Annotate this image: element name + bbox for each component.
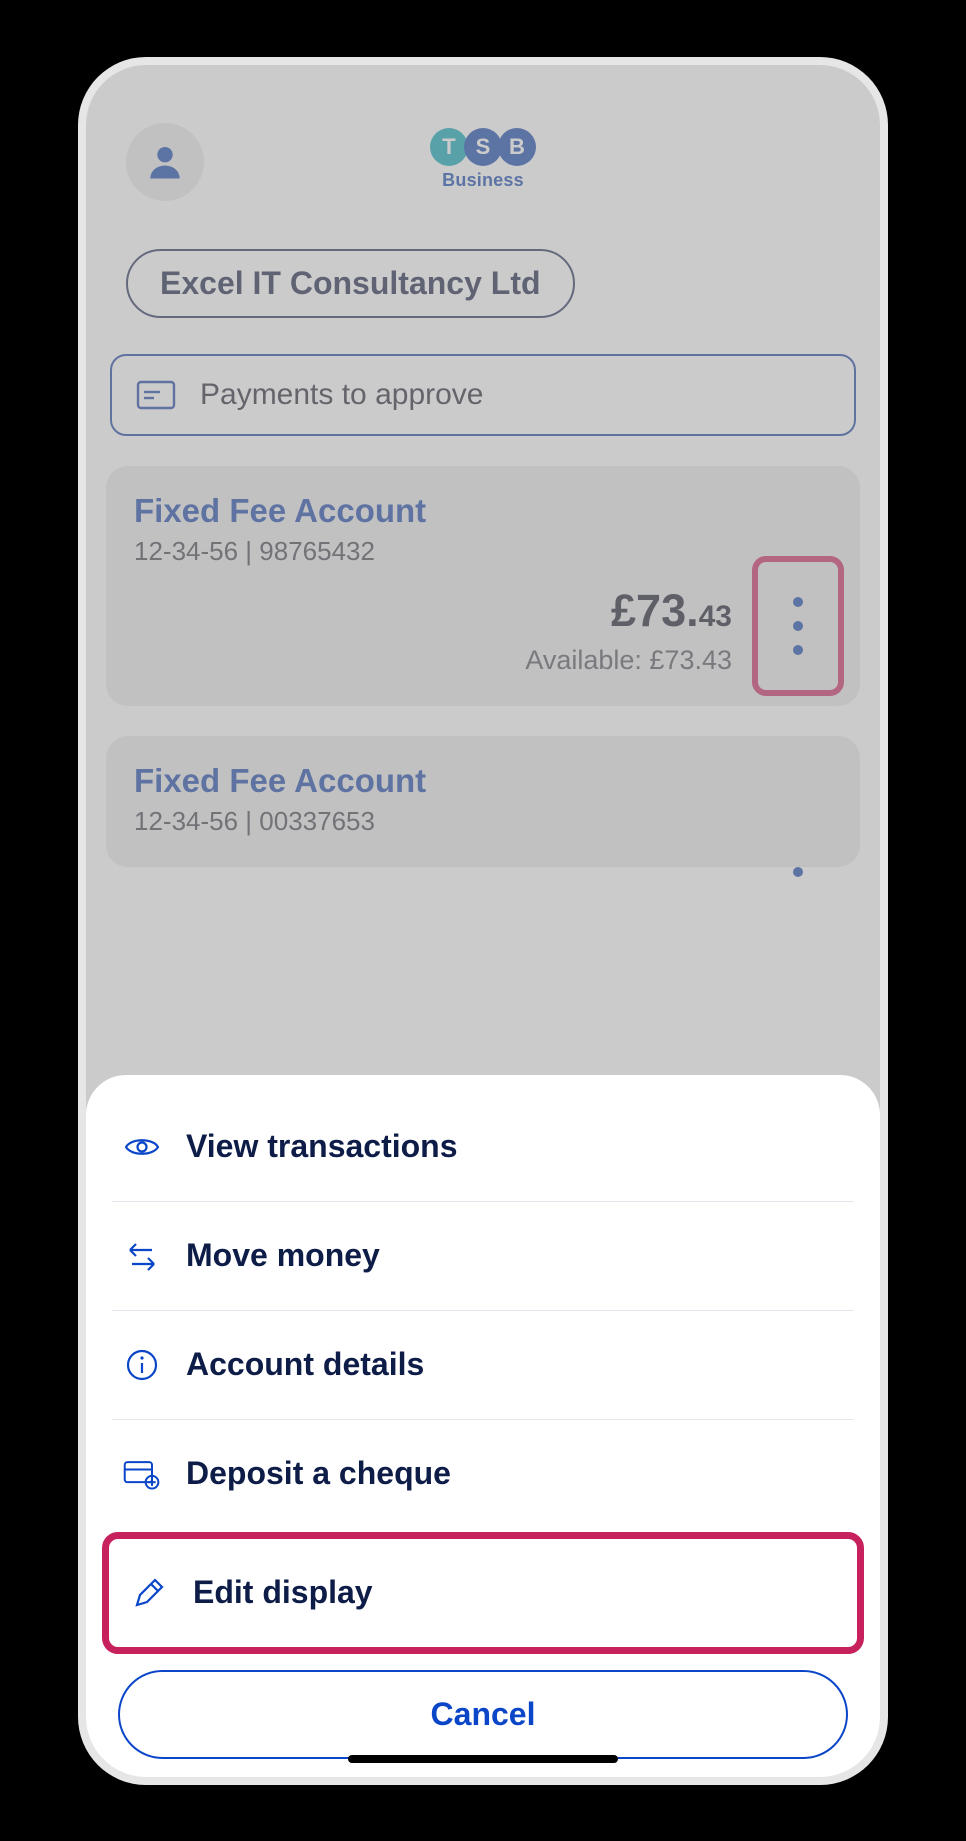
kebab-dot-icon bbox=[793, 645, 803, 655]
kebab-dot-icon bbox=[793, 867, 803, 877]
sheet-item-edit-display[interactable]: Edit display bbox=[102, 1532, 864, 1654]
eye-icon bbox=[122, 1127, 162, 1167]
header: T S B Business bbox=[106, 85, 860, 235]
account-title: Fixed Fee Account bbox=[134, 492, 832, 530]
account-menu-button[interactable] bbox=[752, 556, 844, 696]
payments-to-approve-label: Payments to approve bbox=[200, 378, 484, 412]
sheet-item-deposit-cheque[interactable]: Deposit a cheque bbox=[112, 1420, 854, 1528]
account-menu-button[interactable] bbox=[752, 826, 844, 966]
sheet-item-move-money[interactable]: Move money bbox=[112, 1202, 854, 1311]
account-number: 12-34-56 | 00337653 bbox=[134, 806, 832, 837]
account-available: Available: £73.43 bbox=[134, 645, 832, 676]
sheet-item-label: Move money bbox=[186, 1237, 380, 1274]
device-frame: T S B Business Excel IT Consultancy Ltd … bbox=[86, 65, 880, 1777]
home-indicator[interactable] bbox=[348, 1755, 618, 1763]
sheet-item-label: View transactions bbox=[186, 1128, 458, 1165]
kebab-dot-icon bbox=[793, 621, 803, 631]
payments-to-approve[interactable]: Payments to approve bbox=[110, 354, 856, 436]
cancel-button[interactable]: Cancel bbox=[118, 1670, 848, 1759]
list-icon bbox=[136, 380, 176, 410]
transfer-arrows-icon bbox=[122, 1236, 162, 1276]
company-selector[interactable]: Excel IT Consultancy Ltd bbox=[126, 249, 575, 318]
profile-button[interactable] bbox=[126, 123, 204, 201]
kebab-dot-icon bbox=[793, 597, 803, 607]
brand-letter-s: S bbox=[464, 128, 502, 166]
sheet-item-label: Edit display bbox=[193, 1574, 373, 1611]
pencil-icon bbox=[129, 1573, 169, 1613]
action-sheet: View transactions Move money bbox=[86, 1075, 880, 1777]
brand-letter-t: T bbox=[430, 128, 468, 166]
brand-subtitle: Business bbox=[442, 170, 524, 191]
account-title: Fixed Fee Account bbox=[134, 762, 832, 800]
sheet-item-view-transactions[interactable]: View transactions bbox=[112, 1093, 854, 1202]
cheque-plus-icon bbox=[122, 1454, 162, 1494]
user-icon bbox=[143, 140, 187, 184]
sheet-item-label: Deposit a cheque bbox=[186, 1455, 451, 1492]
account-balance: £73.43 bbox=[134, 585, 832, 637]
account-number: 12-34-56 | 98765432 bbox=[134, 536, 832, 567]
sheet-item-label: Account details bbox=[186, 1346, 424, 1383]
brand-logo: T S B Business bbox=[430, 128, 536, 191]
sheet-item-account-details[interactable]: Account details bbox=[112, 1311, 854, 1420]
account-card-2[interactable]: Fixed Fee Account 12-34-56 | 00337653 bbox=[106, 736, 860, 867]
info-icon bbox=[122, 1345, 162, 1385]
brand-letter-b: B bbox=[498, 128, 536, 166]
account-card-1[interactable]: Fixed Fee Account 12-34-56 | 98765432 £7… bbox=[106, 466, 860, 706]
